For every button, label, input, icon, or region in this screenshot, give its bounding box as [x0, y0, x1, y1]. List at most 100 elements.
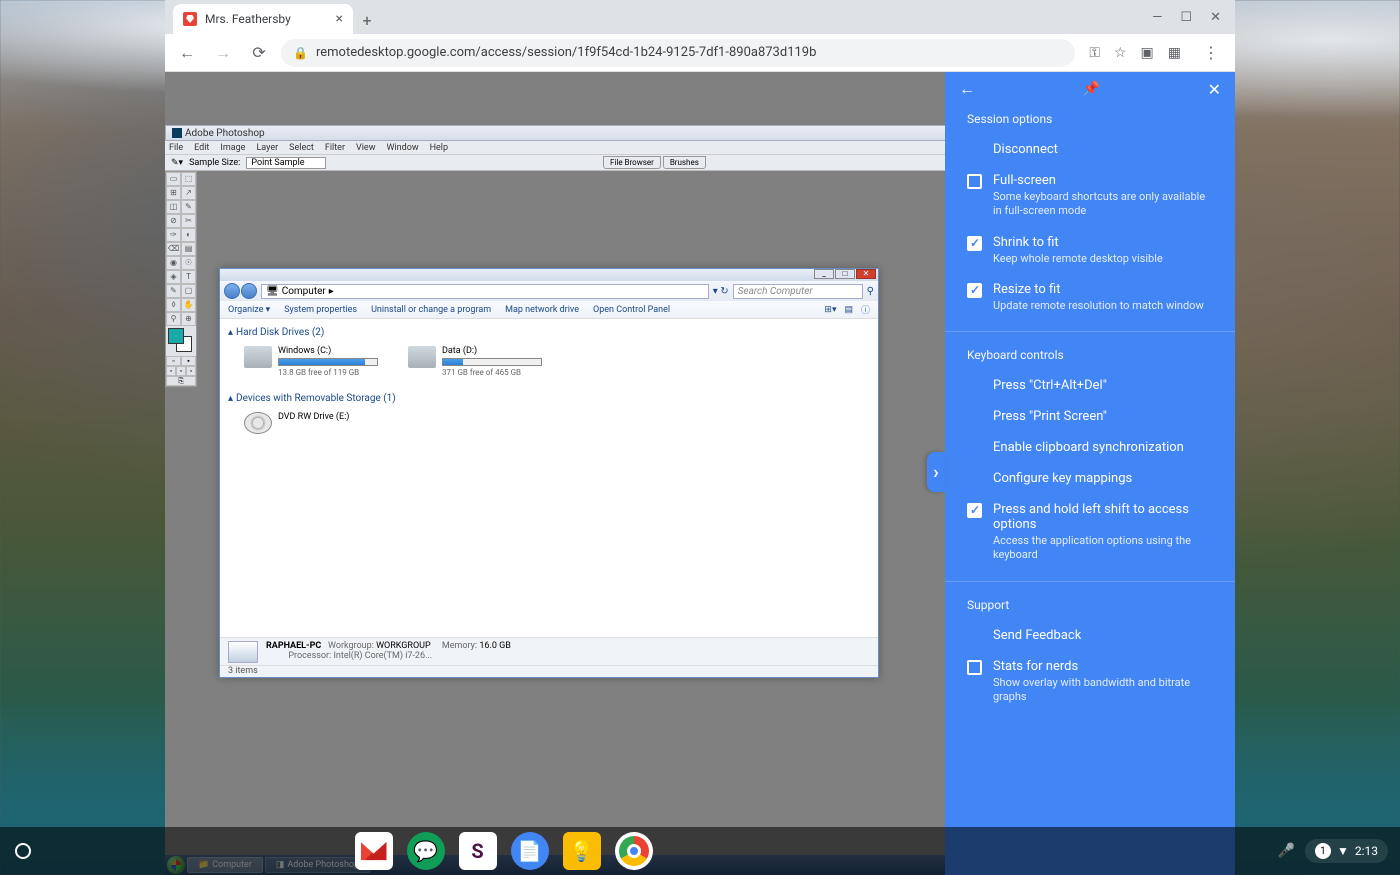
search-icon[interactable]: ⚲ — [867, 286, 874, 297]
ps-tool[interactable]: ⊘ — [166, 214, 181, 228]
panel-close-icon[interactable]: ✕ — [1208, 80, 1221, 99]
ps-tool[interactable]: ◈ — [166, 270, 181, 284]
ctrl-alt-del-button[interactable]: Press "Ctrl+Alt+Del" — [945, 370, 1235, 401]
drive-c[interactable]: Windows (C:) 13.8 GB free of 119 GB — [244, 346, 378, 377]
ps-tool[interactable]: ✎ — [181, 200, 196, 214]
ps-menu-edit[interactable]: Edit — [194, 143, 209, 153]
uninstall-button[interactable]: Uninstall or change a program — [371, 305, 491, 315]
key-icon[interactable]: ⚿ — [1089, 45, 1100, 61]
explorer-back-button[interactable] — [224, 283, 240, 299]
clipboard-sync-button[interactable]: Enable clipboard synchronization — [945, 432, 1235, 463]
shift-access-option[interactable]: Press and hold left shift to access opti… — [945, 494, 1235, 571]
explorer-titlebar[interactable]: _ □ ✕ — [220, 269, 878, 281]
ps-mode[interactable]: ▫ — [166, 356, 181, 366]
mic-icon[interactable]: 🎤 — [1278, 843, 1295, 859]
eyedropper-tool-icon[interactable]: ✎▾ — [171, 158, 183, 168]
ps-tool[interactable]: ▢ — [181, 284, 196, 298]
ps-tool[interactable]: ◉ — [166, 256, 181, 270]
keep-app-icon[interactable]: 💡 — [563, 832, 601, 870]
ps-tool[interactable]: ◊ — [166, 298, 181, 312]
shrink-to-fit-option[interactable]: Shrink to fit Keep whole remote desktop … — [945, 227, 1235, 274]
browser-tab[interactable]: Mrs. Feathersby × — [173, 4, 353, 34]
explorer-maximize-icon[interactable]: □ — [835, 269, 855, 279]
sample-size-dropdown[interactable]: Point Sample — [246, 157, 325, 169]
chrome-app-icon[interactable] — [615, 832, 653, 870]
ps-tool[interactable]: ✑ — [166, 228, 181, 242]
disconnect-button[interactable]: Disconnect — [945, 134, 1235, 165]
remote-desktop-viewport[interactable]: Adobe Photoshop File Edit Image Layer Se… — [165, 72, 1235, 875]
pin-icon[interactable]: 📌 — [1083, 81, 1100, 97]
reload-button[interactable]: ⟳ — [245, 39, 273, 67]
explorer-search-input[interactable]: Search Computer — [733, 284, 863, 299]
ps-jump[interactable]: ⎘ — [166, 376, 196, 386]
color-swatches[interactable] — [166, 326, 196, 356]
ps-tool[interactable]: ⊞ — [166, 186, 181, 200]
maximize-icon[interactable]: ☐ — [1180, 10, 1192, 25]
ps-tool[interactable]: ⬚ — [181, 172, 196, 186]
brushes-tab[interactable]: Brushes — [663, 156, 706, 169]
print-screen-button[interactable]: Press "Print Screen" — [945, 401, 1235, 432]
new-tab-button[interactable]: + — [353, 6, 381, 34]
ps-tool[interactable]: ✋ — [181, 298, 196, 312]
panel-back-icon[interactable]: ← — [959, 79, 975, 99]
resize-to-fit-option[interactable]: Resize to fit Update remote resolution t… — [945, 274, 1235, 321]
gmail-app-icon[interactable] — [355, 832, 393, 870]
view-icon[interactable]: ⊞▾ — [824, 305, 836, 315]
ps-tool[interactable]: ▭ — [166, 172, 181, 186]
ps-tool[interactable]: ✎ — [166, 284, 181, 298]
ps-tool[interactable]: ↗ — [181, 186, 196, 200]
ps-menu-select[interactable]: Select — [289, 143, 314, 153]
explorer-path[interactable]: 🖥 Computer ▸ — [261, 284, 709, 299]
ps-tool[interactable]: ⊕ — [181, 312, 196, 326]
star-icon[interactable]: ☆ — [1114, 45, 1127, 61]
docs-app-icon[interactable]: 📄 — [511, 832, 549, 870]
key-mappings-button[interactable]: Configure key mappings — [945, 463, 1235, 494]
ps-tool[interactable]: ▤ — [181, 242, 196, 256]
hdd-group-header[interactable]: ▴ Hard Disk Drives (2) — [228, 323, 870, 342]
shift-checkbox[interactable] — [967, 503, 982, 518]
control-panel-button[interactable]: Open Control Panel — [593, 305, 670, 315]
organize-menu[interactable]: Organize ▾ — [228, 305, 270, 315]
refresh-icon[interactable]: ▾ ↻ — [713, 286, 729, 297]
explorer-minimize-icon[interactable]: _ — [814, 269, 834, 279]
ps-tool[interactable]: T — [181, 270, 196, 284]
ps-menu-image[interactable]: Image — [220, 143, 245, 153]
ps-tool[interactable]: ☉ — [181, 256, 196, 270]
system-properties-button[interactable]: System properties — [284, 305, 357, 315]
shrink-checkbox[interactable] — [967, 236, 982, 251]
chat-app-icon[interactable]: 💬 — [407, 832, 445, 870]
map-drive-button[interactable]: Map network drive — [505, 305, 579, 315]
send-feedback-button[interactable]: Send Feedback — [945, 620, 1235, 651]
stats-checkbox[interactable] — [967, 660, 982, 675]
ps-tool[interactable]: ⚲ — [166, 312, 181, 326]
dvd-drive[interactable]: DVD RW Drive (E:) — [244, 412, 349, 434]
explorer-close-icon[interactable]: ✕ — [856, 269, 876, 279]
chrome-menu-button[interactable]: ⋮ — [1195, 43, 1227, 62]
preview-pane-icon[interactable]: ▤ — [844, 305, 853, 315]
ps-menu-view[interactable]: View — [356, 143, 375, 153]
ps-tool[interactable]: ⌫ — [166, 242, 181, 256]
system-tray[interactable]: 🎤 1 ▼ 2:13 — [1278, 839, 1388, 863]
removable-group-header[interactable]: ▴ Devices with Removable Storage (1) — [228, 389, 870, 408]
foreground-color[interactable] — [168, 328, 184, 344]
stats-for-nerds-option[interactable]: Stats for nerds Show overlay with bandwi… — [945, 651, 1235, 713]
tab-close-icon[interactable]: × — [336, 11, 343, 27]
ps-screen[interactable]: ▫ — [186, 366, 196, 376]
file-browser-tab[interactable]: File Browser — [603, 156, 661, 169]
fullscreen-option[interactable]: Full-screen Some keyboard shortcuts are … — [945, 165, 1235, 227]
ps-menu-filter[interactable]: Filter — [325, 143, 345, 153]
close-icon[interactable]: ✕ — [1210, 10, 1221, 25]
help-icon[interactable]: ⓘ — [861, 303, 870, 316]
ps-menu-file[interactable]: File — [169, 143, 183, 153]
panel-collapse-handle[interactable] — [927, 452, 945, 492]
ps-screen[interactable]: ▫ — [176, 366, 186, 376]
address-bar[interactable]: 🔒 remotedesktop.google.com/access/sessio… — [281, 39, 1075, 67]
slack-app-icon[interactable]: S — [459, 832, 497, 870]
extension-icon-1[interactable]: ▣ — [1141, 45, 1154, 61]
extension-icon-2[interactable]: ▦ — [1168, 45, 1181, 61]
drive-d[interactable]: Data (D:) 371 GB free of 465 GB — [408, 346, 542, 377]
launcher-button[interactable] — [4, 832, 42, 870]
ps-tool[interactable]: ✂ — [181, 214, 196, 228]
resize-checkbox[interactable] — [967, 283, 982, 298]
forward-button[interactable]: → — [209, 39, 237, 67]
